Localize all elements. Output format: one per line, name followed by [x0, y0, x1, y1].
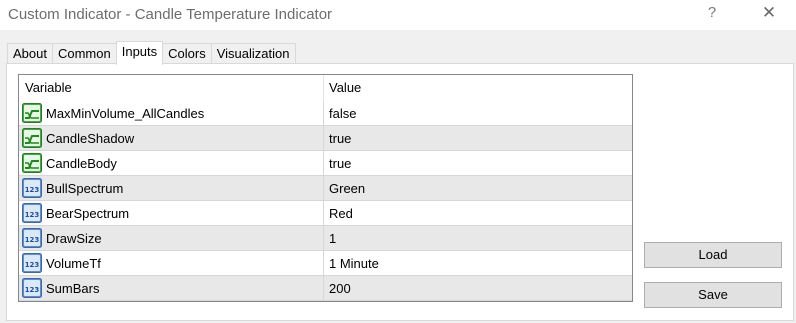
value-cell[interactable]: true [324, 126, 632, 150]
variable-cell: MaxMinVolume_AllCandles [19, 101, 324, 125]
table-row[interactable]: CandleBody true [19, 151, 632, 176]
svg-text:123: 123 [25, 236, 40, 244]
table-row[interactable]: 123 BearSpectrum Red [19, 201, 632, 226]
table-header: Variable Value [19, 75, 632, 101]
variable-cell: 123 BullSpectrum [19, 176, 324, 200]
load-button[interactable]: Load [644, 242, 782, 268]
table-row[interactable]: CandleShadow true [19, 126, 632, 151]
close-icon[interactable]: ✕ [758, 3, 780, 25]
variable-name: CandleBody [46, 155, 117, 171]
variable-name: VolumeTf [46, 255, 101, 271]
variable-name: DrawSize [46, 230, 102, 246]
bool-icon [22, 128, 42, 148]
variable-cell: 123 SumBars [19, 276, 324, 300]
tab-common[interactable]: Common [51, 43, 117, 64]
tab-bar: About Common Inputs Colors Visualization [7, 41, 296, 65]
dialog-body: About Common Inputs Colors Visualization… [0, 30, 796, 323]
svg-text:123: 123 [25, 211, 40, 219]
value-cell[interactable]: 200 [324, 276, 632, 300]
value-cell[interactable]: true [324, 151, 632, 175]
column-header-variable[interactable]: Variable [19, 75, 324, 101]
variable-cell: CandleBody [19, 151, 324, 175]
numeric-icon: 123 [22, 278, 42, 298]
variable-name: BearSpectrum [46, 205, 130, 221]
variable-name: MaxMinVolume_AllCandles [46, 105, 205, 121]
table-body: MaxMinVolume_AllCandles false CandleShadow… [19, 101, 632, 301]
bool-icon [22, 153, 42, 173]
numeric-icon: 123 [22, 203, 42, 223]
svg-text:123: 123 [25, 261, 40, 269]
table-row[interactable]: 123 DrawSize 1 [19, 226, 632, 251]
variable-cell: CandleShadow [19, 126, 324, 150]
table-row[interactable]: 123 BullSpectrum Green [19, 176, 632, 201]
numeric-icon: 123 [22, 178, 42, 198]
svg-text:123: 123 [25, 186, 40, 194]
tab-colors[interactable]: Colors [162, 43, 212, 64]
value-cell[interactable]: 1 Minute [324, 251, 632, 275]
value-cell[interactable]: Red [324, 201, 632, 225]
value-cell[interactable]: false [324, 101, 632, 125]
value-cell[interactable]: 1 [324, 226, 632, 250]
variable-cell: 123 DrawSize [19, 226, 324, 250]
variable-cell: 123 BearSpectrum [19, 201, 324, 225]
numeric-icon: 123 [22, 228, 42, 248]
window-title: Custom Indicator - Candle Temperature In… [8, 6, 333, 23]
svg-text:123: 123 [25, 286, 40, 294]
bool-icon [22, 103, 42, 123]
tab-inputs[interactable]: Inputs [115, 41, 164, 65]
table-row[interactable]: MaxMinVolume_AllCandles false [19, 101, 632, 126]
variable-cell: 123 VolumeTf [19, 251, 324, 275]
table-row[interactable]: 123 VolumeTf 1 Minute [19, 251, 632, 276]
table-row[interactable]: 123 SumBars 200 [19, 276, 632, 301]
tab-visualization[interactable]: Visualization [210, 43, 296, 64]
title-bar: Custom Indicator - Candle Temperature In… [0, 0, 796, 30]
inputs-table: Variable Value MaxMinVolume_AllCandles fa… [18, 74, 633, 302]
variable-name: CandleShadow [46, 130, 135, 146]
numeric-icon: 123 [22, 253, 42, 273]
column-header-value[interactable]: Value [324, 75, 632, 101]
inputs-panel: Variable Value MaxMinVolume_AllCandles fa… [6, 63, 794, 321]
help-icon[interactable]: ? [704, 4, 720, 24]
tab-about[interactable]: About [7, 43, 53, 64]
save-button[interactable]: Save [644, 282, 782, 308]
variable-name: BullSpectrum [46, 180, 124, 196]
variable-name: SumBars [46, 280, 100, 296]
value-cell[interactable]: Green [324, 176, 632, 200]
